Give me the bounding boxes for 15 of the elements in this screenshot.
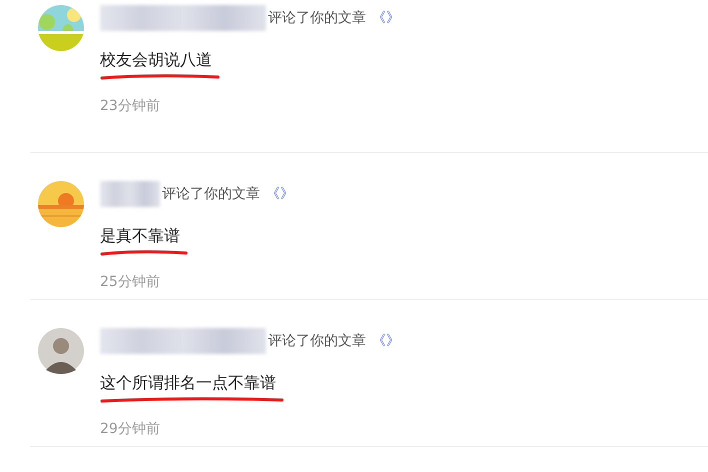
landscape-avatar-icon [38,5,84,51]
comment-text: 是真不靠谱 [100,226,180,247]
time-text: 23分钟前 [100,97,161,115]
comment-text: 这个所谓排名一点不靠谱 [100,373,276,394]
sunset-avatar-icon [38,181,84,227]
article-link[interactable]: 《》 [372,332,400,350]
article-link[interactable]: 《》 [266,185,294,203]
avatar-photo-placeholder [38,328,84,374]
action-text: 评论了你的文章 [162,185,260,203]
action-text: 评论了你的文章 [268,332,366,350]
time-text: 25分钟前 [100,273,161,291]
time-text: 29分钟前 [100,420,161,438]
comment-text: 校友会胡说八道 [100,50,212,71]
article-link[interactable]: 《》 [372,9,400,27]
action-text: 评论了你的文章 [268,9,366,27]
